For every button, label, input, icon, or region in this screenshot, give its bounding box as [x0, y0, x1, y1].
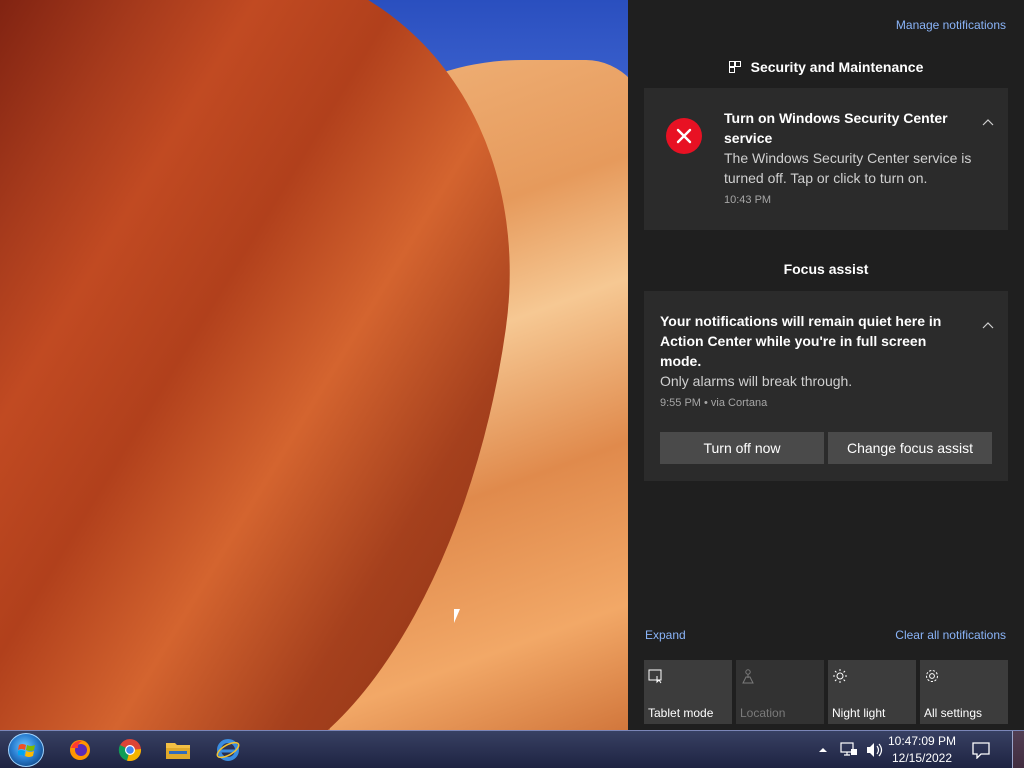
file-explorer-icon[interactable] [162, 735, 194, 765]
firefox-icon[interactable] [64, 735, 96, 765]
quick-action-night-light[interactable]: Night light [828, 660, 916, 724]
clock-date: 12/15/2022 [891, 751, 953, 765]
notification-title: Your notifications will remain quiet her… [660, 313, 942, 369]
show-desktop-button[interactable] [1012, 731, 1024, 768]
group-header-label: Focus assist [783, 261, 869, 277]
notification-security-center[interactable]: Turn on Windows Security Center service … [644, 88, 1008, 230]
security-maintenance-icon [728, 61, 741, 73]
quick-action-tablet-mode[interactable]: Tablet mode [644, 660, 732, 724]
notification-icon [972, 742, 990, 759]
notification-body: Only alarms will break through. [660, 373, 853, 389]
clear-all-notifications-link[interactable]: Clear all notifications [895, 628, 1006, 642]
volume-icon[interactable] [866, 742, 884, 758]
chrome-icon[interactable] [114, 735, 146, 765]
notification-time: 10:43 PM [724, 194, 772, 206]
notification-time: 9:55 PM • via Cortana [660, 397, 768, 409]
expand-link[interactable]: Expand [645, 628, 686, 642]
quick-action-all-settings[interactable]: All settings [920, 660, 1008, 724]
notification-body: The Windows Security Center service is t… [724, 150, 972, 186]
manage-notifications-link[interactable]: Manage notifications [896, 18, 1006, 32]
windows-logo-icon [18, 744, 35, 757]
group-header-security: Security and Maintenance [628, 59, 1024, 75]
collapse-chevron-up-icon[interactable] [982, 321, 994, 329]
taskbar-clock[interactable]: 10:47:09 PM 12/15/2022 [884, 733, 960, 767]
system-tray [818, 731, 884, 768]
group-header-label: Security and Maintenance [750, 59, 924, 75]
mouse-cursor-icon [454, 609, 460, 623]
group-header-focus-assist: Focus assist [628, 261, 1024, 277]
taskbar: 10:47:09 PM 12/15/2022 [0, 730, 1024, 768]
action-center-panel: Manage notifications Security and Mainte… [628, 0, 1024, 730]
desktop-wallpaper[interactable] [0, 0, 628, 730]
clock-time: 10:47:09 PM [887, 734, 957, 748]
change-focus-assist-button[interactable]: Change focus assist [828, 432, 992, 464]
internet-explorer-icon[interactable] [212, 735, 244, 765]
collapse-chevron-up-icon[interactable] [982, 118, 994, 126]
quick-action-label: Tablet mode [648, 706, 714, 720]
night-light-icon [833, 669, 847, 683]
tablet-mode-icon [648, 669, 662, 684]
start-button[interactable] [8, 733, 44, 767]
action-center-button[interactable] [966, 735, 996, 765]
network-icon[interactable] [840, 742, 858, 758]
error-icon [666, 118, 702, 154]
location-icon [742, 669, 754, 684]
settings-icon [926, 670, 938, 682]
quick-action-label: All settings [924, 706, 983, 720]
notification-title: Turn on Windows Security Center service [724, 110, 948, 146]
show-hidden-icons-icon[interactable] [818, 745, 828, 755]
quick-action-label: Location [740, 706, 786, 720]
quick-action-location[interactable]: Location [736, 660, 824, 724]
quick-action-label: Night light [832, 706, 886, 720]
turn-off-now-button[interactable]: Turn off now [660, 432, 824, 464]
